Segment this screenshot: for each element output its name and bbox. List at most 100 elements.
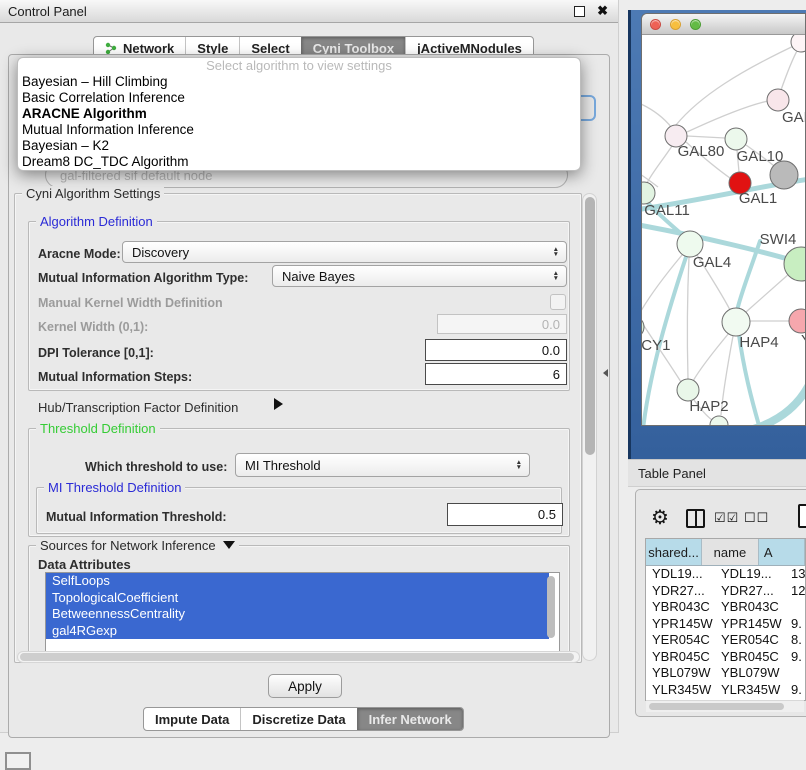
edge (781, 49, 798, 90)
panel-title: Control Panel (8, 4, 87, 19)
network-canvas[interactable]: GAL GAL80 GAL10 GAL1 GAL11 SWI4 GAL4 GCY… (642, 35, 806, 426)
table-row[interactable]: YBR045CYBR045C9. (646, 649, 805, 666)
node-label: GAL (782, 109, 806, 126)
node-gray[interactable] (770, 161, 798, 189)
collapse-arrow-icon[interactable] (223, 541, 235, 549)
algorithm-option[interactable]: Basic Correlation Inference (18, 90, 580, 106)
list-item[interactable]: TopologicalCoefficient (46, 590, 549, 607)
node-label: Y (801, 332, 806, 349)
mi-threshold-field[interactable]: 0.5 (447, 503, 563, 526)
node-gcy1[interactable] (642, 316, 644, 338)
control-panel-titlebar: Control Panel ✖ (0, 0, 618, 23)
minimized-panel-icon[interactable] (5, 752, 31, 770)
column-header[interactable]: name (702, 539, 759, 565)
apply-button[interactable]: Apply (268, 674, 342, 698)
table-row[interactable]: YBR043CYBR043C (646, 599, 805, 616)
panel-resize-handle[interactable] (603, 369, 608, 377)
dpi-tolerance-field[interactable]: 0.0 (425, 339, 567, 361)
combo-arrows-icon: ▲▼ (553, 247, 559, 257)
data-attributes-label: Data Attributes (38, 557, 131, 572)
mi-steps-label: Mutual Information Steps: (38, 370, 192, 384)
algorithm-definition-title: Algorithm Definition (36, 214, 157, 229)
list-item[interactable]: BetweennessCentrality (46, 606, 549, 623)
float-window-icon[interactable] (574, 6, 585, 17)
node-label: SWI4 (760, 231, 797, 248)
combo-arrows-icon: ▲▼ (553, 271, 559, 281)
which-threshold-label: Which threshold to use: (85, 460, 227, 474)
gear-icon[interactable]: ⚙ (651, 505, 669, 530)
node[interactable] (791, 35, 806, 52)
which-threshold-combo[interactable]: MI Threshold ▲▼ (235, 453, 530, 477)
table-panel-titlebar: Table Panel (628, 459, 806, 487)
node-label: HAP2 (689, 398, 728, 415)
table-row[interactable]: YBL079WYBL079W (646, 665, 805, 682)
columns-icon[interactable] (686, 509, 705, 528)
algorithm-option[interactable]: Bayesian – Hill Climbing (18, 74, 580, 90)
table-row[interactable]: YDR27...YDR27...12 (646, 583, 805, 600)
node-pink[interactable] (789, 309, 806, 333)
mi-steps-field[interactable]: 6 (425, 363, 567, 385)
aracne-mode-combo[interactable]: Discovery ▲▼ (122, 241, 567, 263)
algorithm-option[interactable]: Dream8 DC_TDC Algorithm (18, 154, 580, 170)
deselect-all-checks-icon[interactable]: ☐☐ (744, 510, 769, 526)
edge (687, 101, 768, 132)
algorithm-option[interactable]: Bayesian – K2 (18, 138, 580, 154)
edge (737, 383, 806, 426)
algorithm-dropdown-popup: Select algorithm to view settings Bayesi… (17, 57, 581, 171)
list-scrollbar[interactable] (547, 576, 555, 638)
edge (737, 241, 760, 311)
sources-title: Sources for Network Inference (36, 538, 239, 553)
edge (687, 257, 689, 379)
node[interactable] (710, 416, 728, 426)
algorithm-option[interactable]: Mutual Information Inference (18, 122, 580, 138)
combo-arrows-icon: ▲▼ (516, 460, 522, 470)
minimize-traffic-light-icon[interactable] (670, 19, 681, 30)
node-label: GAL1 (739, 190, 777, 207)
node-gal[interactable] (767, 89, 789, 111)
settings-horizontal-scrollbar[interactable] (17, 651, 580, 663)
tab-impute-data[interactable]: Impute Data (144, 708, 240, 730)
close-traffic-light-icon[interactable] (650, 19, 661, 30)
select-all-checks-icon[interactable]: ☑☑ (714, 510, 739, 526)
aracne-mode-label: Aracne Mode: (38, 247, 121, 261)
cyni-bottom-tabs: Impute Data Discretize Data Infer Networ… (143, 707, 464, 731)
node-label: GAL11 (644, 202, 690, 219)
kernel-width-label: Kernel Width (0,1): (38, 320, 148, 334)
algorithm-option-selected[interactable]: ARACNE Algorithm (18, 106, 580, 122)
file-icon[interactable] (798, 504, 806, 528)
mi-type-label: Mutual Information Algorithm Type: (38, 271, 248, 285)
hub-section-label[interactable]: Hub/Transcription Factor Definition (38, 400, 238, 415)
edge (647, 146, 672, 183)
manual-kernel-checkbox[interactable] (550, 294, 566, 310)
tab-infer-network[interactable]: Infer Network (357, 708, 463, 730)
table-horizontal-scrollbar[interactable] (646, 700, 804, 712)
zoom-traffic-light-icon[interactable] (690, 19, 701, 30)
node-label: HAP4 (739, 334, 778, 351)
manual-kernel-label: Manual Kernel Width Definition (38, 296, 223, 310)
mi-threshold-label: Mutual Information Threshold: (46, 510, 227, 524)
node-gal11[interactable] (642, 182, 655, 204)
settings-vertical-scrollbar[interactable] (582, 193, 597, 661)
column-header[interactable]: A (759, 539, 805, 565)
node-gal10[interactable] (725, 128, 747, 150)
table-row[interactable]: YPR145WYPR145W9. (646, 616, 805, 633)
node-table: shared... name A YDL19...YDL19...13 YDR2… (645, 538, 806, 701)
table-row[interactable]: YDL19...YDL19...13 (646, 566, 805, 583)
expand-arrow-icon[interactable] (274, 398, 283, 410)
list-item[interactable]: SelfLoops (46, 573, 549, 590)
threshold-definition-title: Threshold Definition (36, 421, 160, 436)
kernel-width-field[interactable]: 0.0 (437, 314, 567, 334)
table-row[interactable]: YLR345WYLR345W9. (646, 682, 805, 699)
dropdown-prompt: Select algorithm to view settings (18, 58, 580, 74)
mi-type-combo[interactable]: Naive Bayes ▲▼ (272, 265, 567, 287)
table-row[interactable]: YER054CYER054C8. (646, 632, 805, 649)
node-hap4[interactable] (722, 308, 750, 336)
close-icon[interactable]: ✖ (597, 3, 608, 19)
network-window-titlebar[interactable] (642, 14, 805, 35)
column-header[interactable]: shared... (646, 539, 702, 565)
node-label: GAL80 (678, 143, 725, 160)
list-item[interactable]: gal4RGexp (46, 623, 549, 640)
node-label: GCY1 (642, 337, 670, 354)
settings-group-title: Cyni Algorithm Settings (22, 186, 164, 201)
tab-discretize-data[interactable]: Discretize Data (240, 708, 356, 730)
